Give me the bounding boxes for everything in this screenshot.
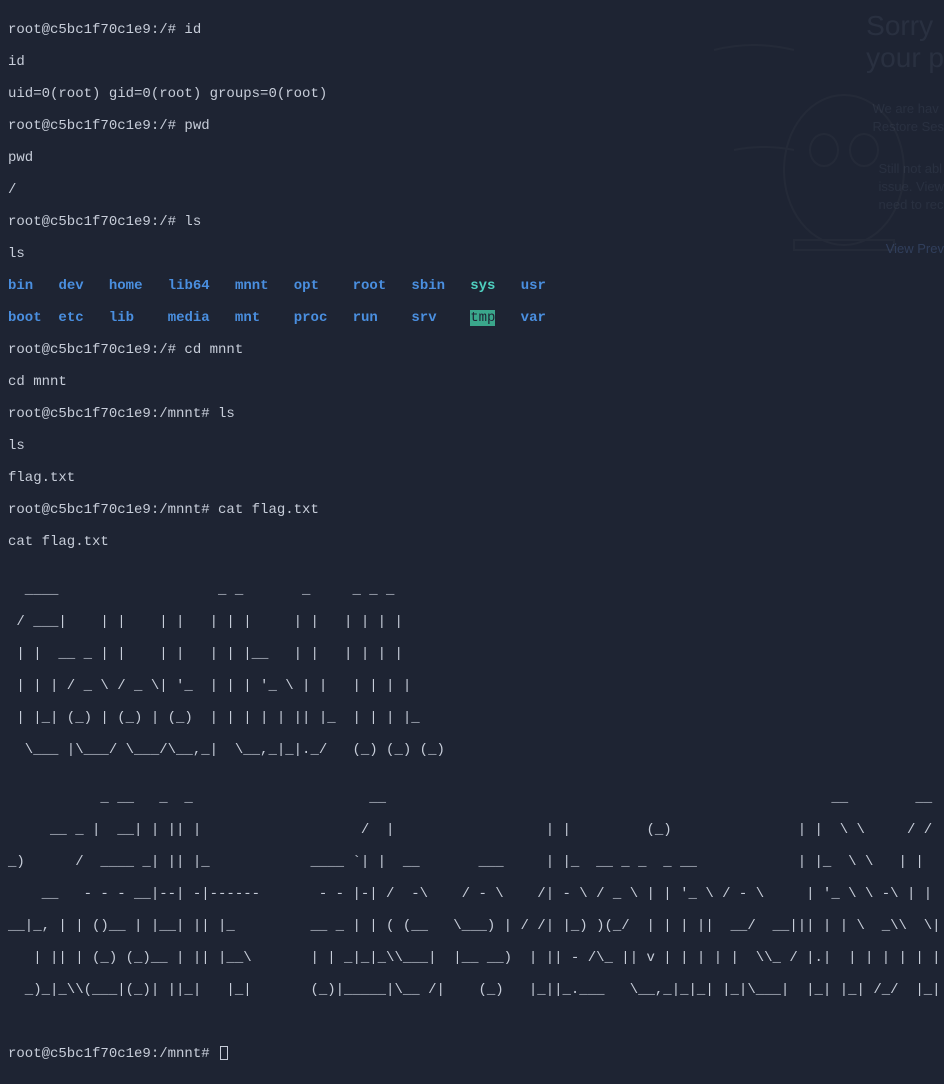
- output-line: pwd: [8, 150, 936, 166]
- dir-etc: etc: [58, 310, 83, 326]
- output-line: root@c5bc1f70c1e9:/# cd mnnt: [8, 342, 936, 358]
- output-line: root@c5bc1f70c1e9:/# id: [8, 22, 936, 38]
- output-line: ls: [8, 246, 936, 262]
- terminal-output[interactable]: root@c5bc1f70c1e9:/# id id uid=0(root) g…: [0, 0, 944, 1084]
- dir-root: root: [353, 278, 387, 294]
- dir-lib: lib: [109, 310, 134, 326]
- dir-var: var: [521, 310, 546, 326]
- output-line: root@c5bc1f70c1e9:/# pwd: [8, 118, 936, 134]
- dir-mnt: mnt: [235, 310, 260, 326]
- prompt-line[interactable]: root@c5bc1f70c1e9:/mnnt#: [8, 1046, 936, 1062]
- output-line: uid=0(root) gid=0(root) groups=0(root): [8, 86, 936, 102]
- ls-row-1: bin dev home lib64 mnnt opt root sbin sy…: [8, 278, 936, 294]
- output-line: cd mnnt: [8, 374, 936, 390]
- output-line: ls: [8, 438, 936, 454]
- dir-lib64: lib64: [168, 278, 210, 294]
- output-line: id: [8, 54, 936, 70]
- dir-srv: srv: [411, 310, 436, 326]
- output-line: root@c5bc1f70c1e9:/mnnt# ls: [8, 406, 936, 422]
- output-line: root@c5bc1f70c1e9:/mnnt# cat flag.txt: [8, 502, 936, 518]
- dir-home: home: [109, 278, 143, 294]
- dir-boot: boot: [8, 310, 42, 326]
- prompt-text: root@c5bc1f70c1e9:/mnnt#: [8, 1046, 218, 1062]
- dir-run: run: [353, 310, 378, 326]
- output-line: /: [8, 182, 936, 198]
- dir-opt: opt: [294, 278, 319, 294]
- ascii-art-flag: ____ _ _ _ _ _ _ / ___| | | | | | | | | …: [8, 566, 936, 1030]
- dir-mnnt: mnnt: [235, 278, 269, 294]
- dir-tmp: tmp: [470, 310, 495, 326]
- dir-media: media: [168, 310, 210, 326]
- output-line: cat flag.txt: [8, 534, 936, 550]
- cursor-icon: [220, 1046, 228, 1060]
- output-line: flag.txt: [8, 470, 936, 486]
- output-line: root@c5bc1f70c1e9:/# ls: [8, 214, 936, 230]
- dir-sbin: sbin: [411, 278, 445, 294]
- dir-dev: dev: [58, 278, 83, 294]
- dir-bin: bin: [8, 278, 33, 294]
- ls-row-2: boot etc lib media mnt proc run srv tmp …: [8, 310, 936, 326]
- dir-usr: usr: [521, 278, 546, 294]
- dir-sys: sys: [470, 278, 495, 294]
- dir-proc: proc: [294, 310, 328, 326]
